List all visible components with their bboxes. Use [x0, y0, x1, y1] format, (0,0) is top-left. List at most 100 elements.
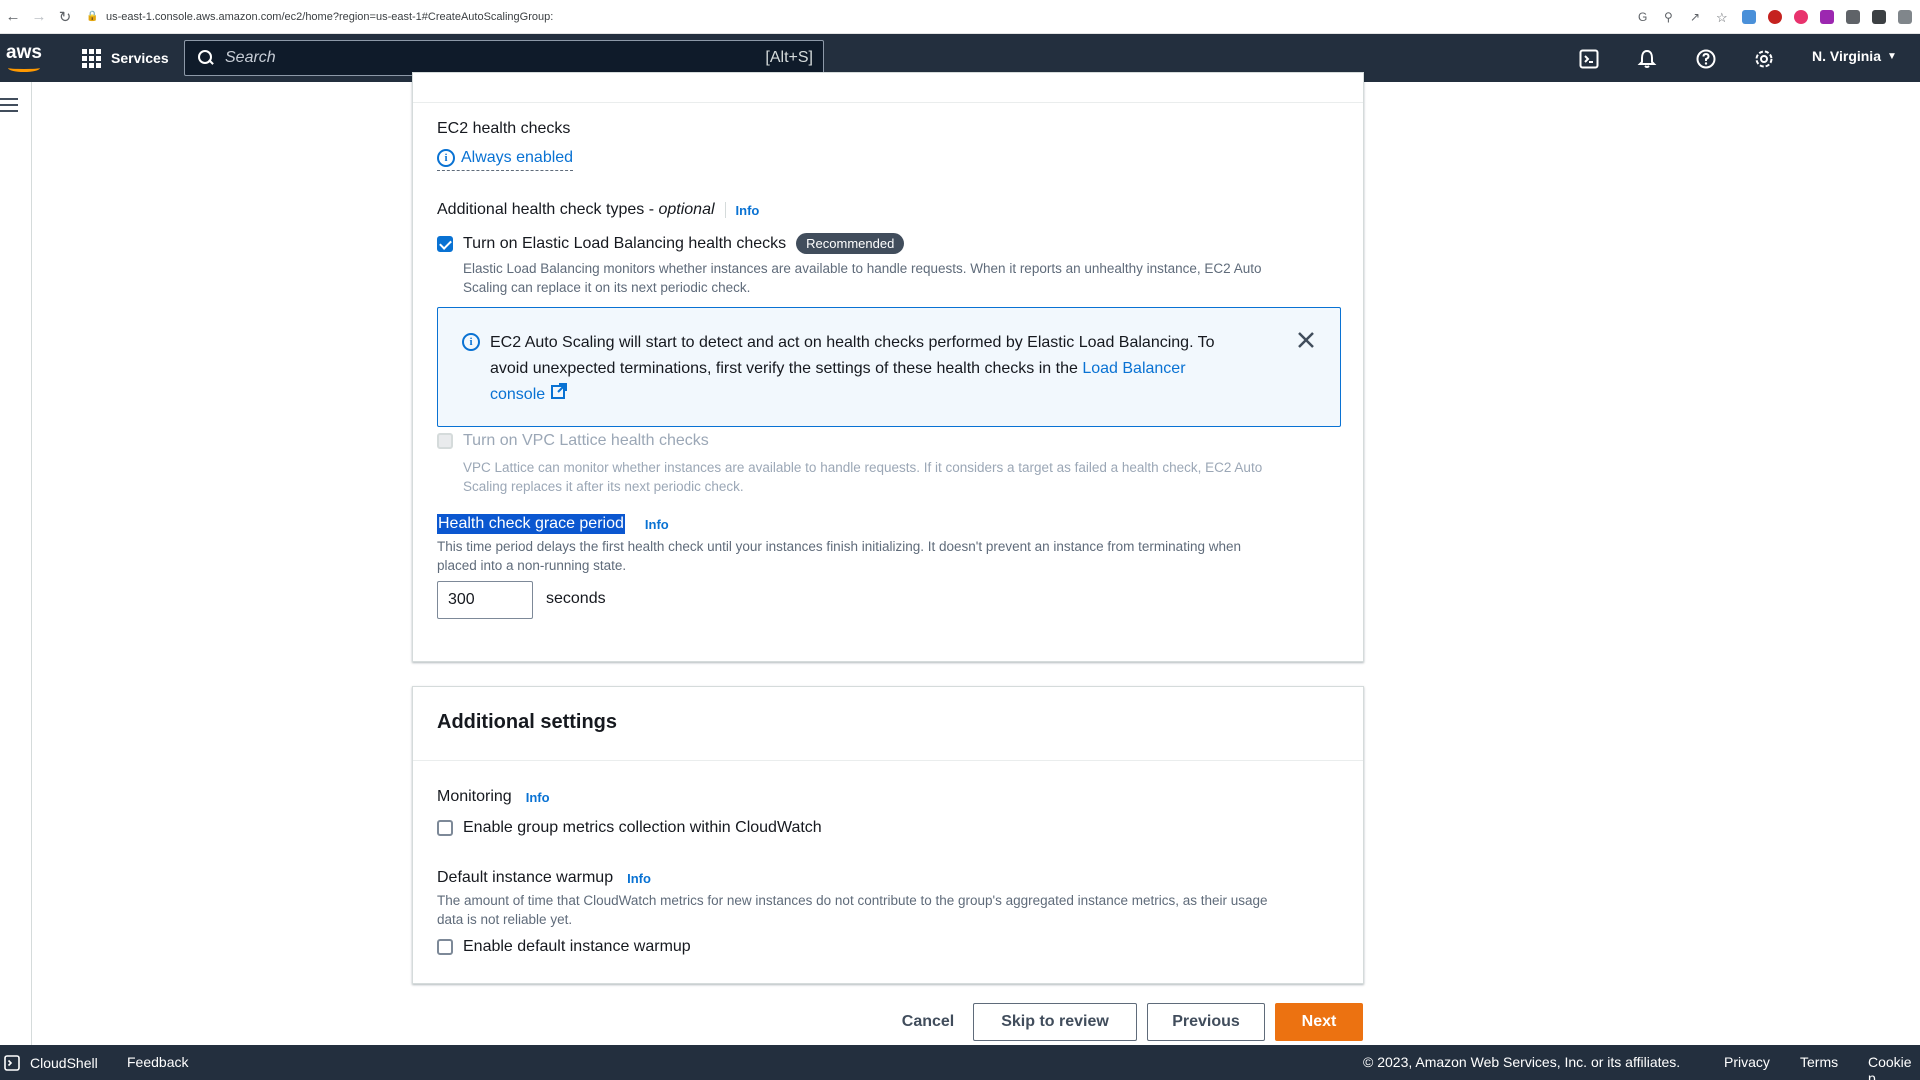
region-selector[interactable]: N. Virginia ▼ — [1812, 48, 1897, 64]
notifications-bell-icon[interactable] — [1636, 48, 1658, 70]
back-icon[interactable]: ← — [0, 4, 26, 30]
feedback-link[interactable]: Feedback — [127, 1054, 188, 1070]
cloudshell-icon[interactable] — [1578, 48, 1600, 70]
aws-smile-icon — [8, 64, 40, 72]
grace-period-description: This time period delays the first health… — [437, 537, 1341, 575]
elb-health-check-label[interactable]: Turn on Elastic Load Balancing health ch… — [463, 235, 786, 253]
browser-toolbar: ← → ↻ 🔒 us-east-1.console.aws.amazon.com… — [0, 0, 1920, 34]
elb-health-check-option: Turn on Elastic Load Balancing health ch… — [437, 233, 904, 254]
always-enabled-popover[interactable]: i Always enabled — [437, 149, 573, 171]
help-icon[interactable] — [1695, 48, 1717, 70]
monitoring-header: Monitoring Info — [437, 788, 550, 806]
extensions-puzzle-icon[interactable] — [1872, 10, 1886, 24]
bookmark-star-icon[interactable]: ☆ — [1716, 10, 1730, 24]
vpc-description-line-1: VPC Lattice can monitor whether instance… — [463, 458, 1343, 477]
card-header-strip — [413, 73, 1363, 103]
info-circle-icon: i — [437, 149, 455, 167]
services-menu-button[interactable]: Services — [82, 46, 169, 70]
vpc-lattice-description: VPC Lattice can monitor whether instance… — [463, 458, 1343, 496]
health-checks-card: EC2 health checks i Always enabled Addit… — [412, 72, 1364, 662]
reload-icon[interactable]: ↻ — [52, 4, 78, 30]
previous-button[interactable]: Previous — [1147, 1003, 1265, 1041]
hamburger-menu-icon[interactable] — [0, 98, 18, 112]
terms-link[interactable]: Terms — [1800, 1054, 1838, 1070]
instance-warmup-label[interactable]: Enable default instance warmup — [463, 938, 691, 956]
vpc-description-line-2: Scaling replaces it after its next perio… — [463, 477, 1343, 496]
divider — [725, 202, 726, 218]
share-icon[interactable]: ↗ — [1690, 10, 1704, 24]
skip-to-review-label: Skip to review — [1001, 1013, 1109, 1031]
grace-period-info-link[interactable]: Info — [645, 517, 669, 532]
elb-description-line-2: Scaling can replace it on its next perio… — [463, 278, 1343, 297]
privacy-link[interactable]: Privacy — [1724, 1054, 1770, 1070]
elb-description-line-1: Elastic Load Balancing monitors whether … — [463, 259, 1343, 278]
instance-warmup-info-link[interactable]: Info — [627, 871, 651, 886]
console-link[interactable]: console — [490, 382, 545, 408]
additional-health-check-types-header: Additional health check types - optional… — [437, 201, 759, 219]
aws-logo[interactable]: aws — [6, 42, 46, 74]
always-enabled-text: Always enabled — [461, 149, 573, 167]
next-label: Next — [1302, 1013, 1337, 1031]
skip-to-review-button[interactable]: Skip to review — [973, 1003, 1137, 1041]
grace-description-line-1: This time period delays the first health… — [437, 537, 1341, 556]
extension-3-icon[interactable] — [1794, 10, 1808, 24]
grid-icon — [82, 49, 101, 68]
vpc-lattice-health-check-option: Turn on VPC Lattice health checks — [437, 432, 709, 450]
alert-message: EC2 Auto Scaling will start to detect an… — [490, 330, 1280, 408]
sidebar-toggle-icon[interactable] — [1898, 10, 1912, 24]
forward-icon[interactable]: → — [26, 4, 52, 30]
search-placeholder: Search — [225, 49, 765, 67]
cloudshell-footer-button[interactable]: CloudShell — [4, 1055, 98, 1071]
instance-warmup-checkbox[interactable] — [437, 939, 453, 955]
extension-2-icon[interactable] — [1768, 10, 1782, 24]
search-shortcut: [Alt+S] — [765, 49, 813, 67]
additional-types-info-link[interactable]: Info — [736, 203, 760, 218]
close-icon[interactable] — [1296, 330, 1316, 350]
url-text: us-east-1.console.aws.amazon.com/ec2/hom… — [106, 11, 553, 23]
additional-settings-header: Additional settings — [413, 687, 1363, 761]
instance-warmup-option: Enable default instance warmup — [437, 938, 691, 956]
previous-label: Previous — [1172, 1013, 1240, 1031]
vpc-lattice-checkbox[interactable] — [437, 433, 453, 449]
monitoring-info-link[interactable]: Info — [526, 790, 550, 805]
grace-period-value: 300 — [448, 591, 475, 609]
elb-description: Elastic Load Balancing monitors whether … — [463, 259, 1343, 297]
cancel-button[interactable]: Cancel — [878, 1003, 978, 1041]
zoom-icon[interactable]: ⚲ — [1664, 10, 1678, 24]
group-metrics-checkbox[interactable] — [437, 820, 453, 836]
copyright-text: © 2023, Amazon Web Services, Inc. or its… — [1363, 1054, 1680, 1070]
warmup-description-line-1: The amount of time that CloudWatch metri… — [437, 891, 1341, 910]
grace-period-unit: seconds — [546, 590, 606, 608]
search-input[interactable]: Search [Alt+S] — [184, 40, 824, 76]
side-navigation-strip — [0, 82, 32, 1045]
elb-health-check-checkbox[interactable] — [437, 236, 453, 252]
instance-warmup-header: Default instance warmup Info — [437, 869, 651, 887]
cloudshell-footer-icon — [4, 1055, 20, 1071]
extension-5-icon[interactable] — [1846, 10, 1860, 24]
search-icon — [197, 49, 215, 67]
alert-info-icon: i — [462, 333, 480, 351]
settings-gear-icon[interactable] — [1753, 48, 1775, 70]
additional-settings-title: Additional settings — [437, 711, 617, 734]
main-content: EC2 health checks i Always enabled Addit… — [32, 82, 1920, 1045]
optional-label: optional — [658, 201, 714, 219]
cookie-preferences-link[interactable]: Cookie p — [1868, 1054, 1920, 1080]
warmup-description-line-2: data is not reliable yet. — [437, 910, 1341, 929]
grace-period-header: Health check grace period Info — [437, 514, 669, 534]
extension-4-icon[interactable] — [1820, 10, 1834, 24]
extension-toolbar: G ⚲ ↗ ☆ — [1638, 0, 1920, 34]
load-balancer-console-link[interactable]: Load Balancer — [1082, 360, 1185, 377]
external-link-icon[interactable] — [551, 382, 567, 408]
google-icon[interactable]: G — [1638, 10, 1652, 24]
extension-1-icon[interactable] — [1742, 10, 1756, 24]
grace-period-input[interactable]: 300 — [437, 581, 533, 619]
grace-period-title: Health check grace period — [437, 514, 625, 534]
monitoring-title: Monitoring — [437, 788, 512, 806]
group-metrics-label[interactable]: Enable group metrics collection within C… — [463, 819, 822, 837]
next-button[interactable]: Next — [1275, 1003, 1363, 1041]
additional-settings-card: Additional settings Monitoring Info Enab… — [412, 686, 1364, 984]
vpc-lattice-label: Turn on VPC Lattice health checks — [463, 432, 709, 450]
address-bar[interactable]: 🔒 us-east-1.console.aws.amazon.com/ec2/h… — [86, 4, 553, 30]
elb-info-alert: i EC2 Auto Scaling will start to detect … — [437, 307, 1341, 427]
console-footer: CloudShell Feedback © 2023, Amazon Web S… — [0, 1045, 1920, 1080]
